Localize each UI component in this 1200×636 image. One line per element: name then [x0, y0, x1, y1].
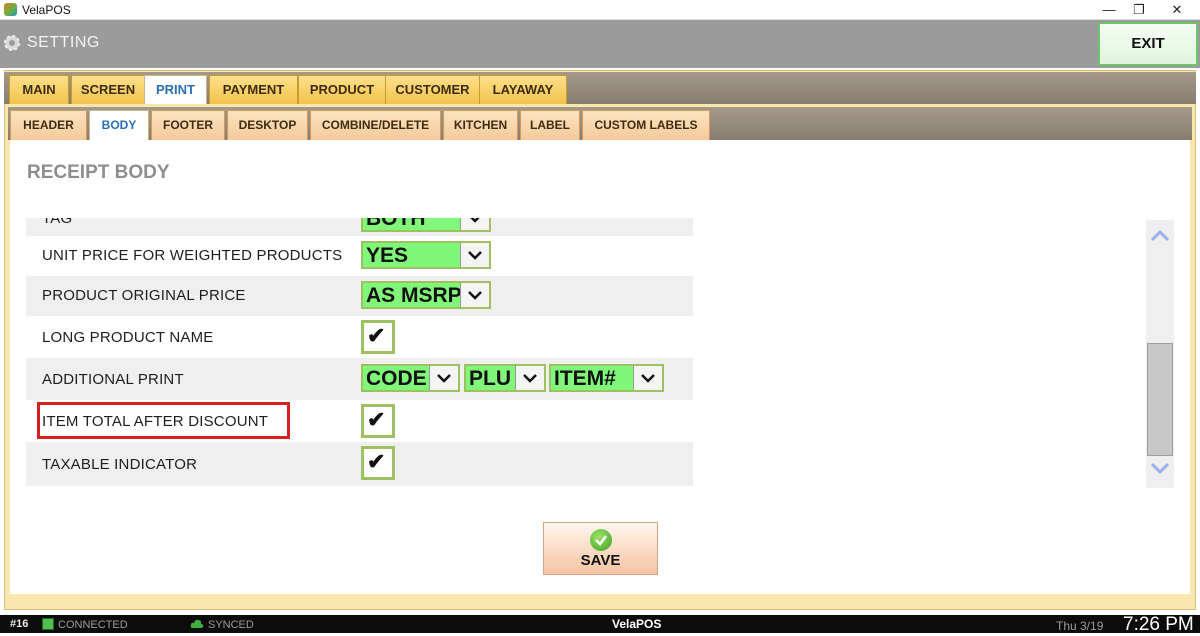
setting-row-taxable: TAXABLE INDICATOR ✔ — [26, 442, 693, 486]
setting-label: LONG PRODUCT NAME — [42, 329, 214, 346]
tab-product[interactable]: PRODUCT — [298, 75, 386, 104]
page-title: SETTING — [27, 34, 100, 51]
setting-row-additional-print: ADDITIONAL PRINT CODE PLU ITEM# — [26, 358, 693, 400]
section-title: RECEIPT BODY — [27, 162, 170, 183]
scroll-up-icon[interactable] — [1146, 226, 1174, 246]
dropdown-value: BOTH — [366, 218, 426, 230]
save-label: SAVE — [580, 552, 621, 569]
tag-dropdown[interactable]: BOTH — [361, 218, 491, 232]
subtab-desktop[interactable]: DESKTOP — [227, 110, 308, 140]
setting-label: ADDITIONAL PRINT — [42, 371, 184, 388]
subtab-header[interactable]: HEADER — [10, 110, 87, 140]
subtab-body[interactable]: BODY — [89, 110, 149, 140]
main-tab-bar: MAIN SCREEN PRINT PAYMENT PRODUCT CUSTOM… — [4, 72, 1196, 104]
sync-status: SYNCED — [208, 619, 254, 631]
exit-button[interactable]: EXIT — [1098, 22, 1198, 66]
close-window-button[interactable]: ✕ — [1154, 0, 1200, 20]
setting-row-unit-price: UNIT PRICE FOR WEIGHTED PRODUCTS YES — [26, 236, 693, 276]
brand-label: VelaPOS — [612, 617, 662, 631]
chevron-down-icon — [515, 366, 544, 390]
subtab-footer[interactable]: FOOTER — [151, 110, 225, 140]
item-total-checkbox[interactable]: ✔ — [361, 404, 395, 438]
check-circle-icon — [590, 529, 612, 551]
tab-layaway[interactable]: LAYAWAY — [479, 75, 567, 104]
setting-row-tag: TAG BOTH — [26, 218, 693, 236]
app-logo-icon — [4, 3, 17, 16]
subtab-kitchen[interactable]: KITCHEN — [443, 110, 518, 140]
tab-main[interactable]: MAIN — [9, 75, 69, 104]
original-price-dropdown[interactable]: AS MSRP — [361, 281, 491, 309]
chevron-down-icon — [460, 218, 489, 230]
settings-list: TAG BOTH UNIT PRICE FOR WEIGHTED PRODUCT… — [26, 218, 693, 488]
setting-label: UNIT PRICE FOR WEIGHTED PRODUCTS — [42, 247, 343, 264]
window-title: VelaPOS — [22, 3, 71, 17]
status-bar: #16 CONNECTED SYNCED VelaPOS Thu 3/19 7:… — [0, 614, 1200, 635]
window-titlebar: VelaPOS — ❐ ✕ — [0, 0, 1200, 20]
checkmark-icon: ✔ — [367, 449, 386, 474]
dropdown-value: YES — [366, 244, 409, 267]
connection-icon — [42, 618, 54, 630]
tab-customer[interactable]: CUSTOMER — [385, 75, 480, 104]
dropdown-value: PLU — [469, 367, 511, 390]
subtab-combine-delete[interactable]: COMBINE/DELETE — [310, 110, 441, 140]
setting-row-original-price: PRODUCT ORIGINAL PRICE AS MSRP — [26, 276, 693, 316]
taxable-checkbox[interactable]: ✔ — [361, 446, 395, 480]
station-number: #16 — [10, 618, 29, 630]
setting-label: TAG — [42, 218, 73, 227]
tab-payment[interactable]: PAYMENT — [209, 75, 298, 104]
additional-print-dropdown-3[interactable]: ITEM# — [549, 364, 664, 392]
status-date: Thu 3/19 — [1056, 619, 1104, 633]
sub-tab-bar: HEADER BODY FOOTER DESKTOP COMBINE/DELET… — [8, 107, 1192, 140]
unit-price-dropdown[interactable]: YES — [361, 241, 491, 269]
tab-screen[interactable]: SCREEN — [71, 75, 145, 104]
dropdown-value: AS MSRP — [366, 284, 462, 307]
chevron-down-icon — [460, 283, 489, 307]
subtab-custom-labels[interactable]: CUSTOM LABELS — [582, 110, 710, 140]
connection-status: CONNECTED — [58, 619, 128, 631]
highlight-annotation — [37, 402, 290, 439]
cloud-sync-icon — [190, 619, 204, 628]
tab-print[interactable]: PRINT — [144, 75, 207, 104]
checkmark-icon: ✔ — [367, 407, 386, 432]
dropdown-value: ITEM# — [554, 367, 616, 390]
additional-print-dropdown-2[interactable]: PLU — [464, 364, 546, 392]
scrollbar-thumb[interactable] — [1147, 343, 1173, 456]
settings-scrollbar[interactable] — [1146, 220, 1174, 488]
subtab-label[interactable]: LABEL — [520, 110, 580, 140]
settings-header: SETTING — [0, 20, 1200, 68]
chevron-down-icon — [633, 366, 662, 390]
checkmark-icon: ✔ — [367, 323, 386, 348]
chevron-down-icon — [460, 243, 489, 267]
setting-label: PRODUCT ORIGINAL PRICE — [42, 287, 246, 304]
scroll-down-icon[interactable] — [1146, 458, 1174, 478]
gear-icon — [4, 35, 20, 51]
save-button[interactable]: SAVE — [543, 522, 658, 575]
chevron-down-icon — [429, 366, 458, 390]
long-name-checkbox[interactable]: ✔ — [361, 320, 395, 354]
dropdown-value: CODE — [366, 367, 427, 390]
additional-print-dropdown-1[interactable]: CODE — [361, 364, 460, 392]
setting-row-long-name: LONG PRODUCT NAME ✔ — [26, 316, 693, 358]
setting-label: TAXABLE INDICATOR — [42, 456, 198, 473]
